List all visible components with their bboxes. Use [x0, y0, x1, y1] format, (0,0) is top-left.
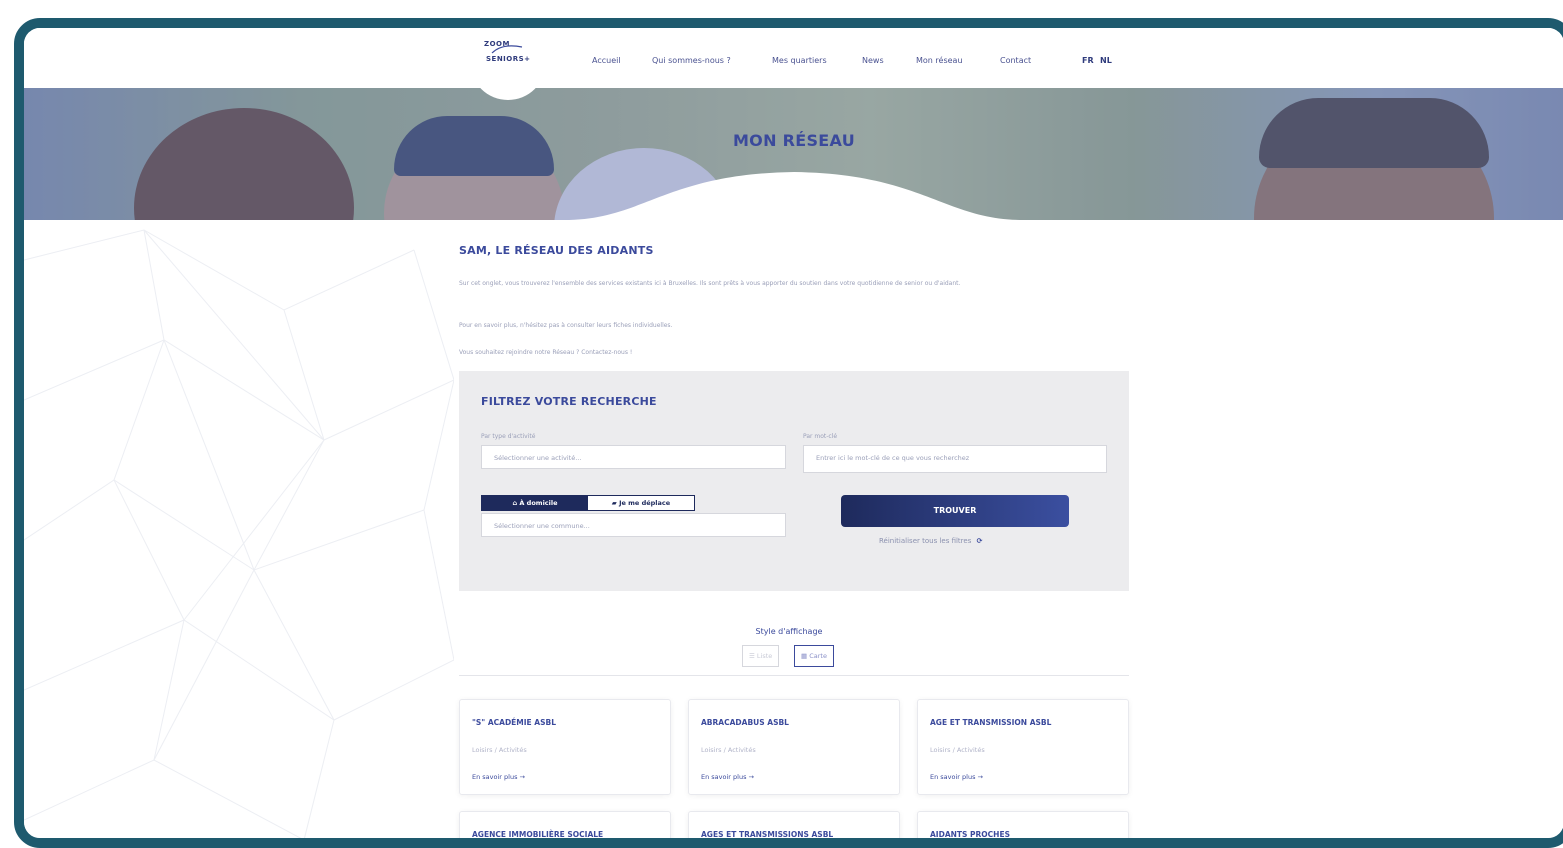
nav-accueil[interactable]: Accueil [592, 56, 621, 65]
list-item[interactable]: AGENCE IMMOBILIÈRE SOCIALE [459, 811, 671, 839]
card-title: AGENCE IMMOBILIÈRE SOCIALE [472, 830, 604, 839]
nav-contact[interactable]: Contact [1000, 56, 1031, 65]
display-style-label: Style d'affichage [755, 627, 823, 636]
divider [459, 675, 1129, 676]
reset-filters-link[interactable]: Réinitialiser tous les filtres ⟳ [879, 537, 982, 545]
filter-title: FILTREZ VOTRE RECHERCHE [481, 395, 657, 408]
page-title: MON RÉSEAU [732, 131, 856, 150]
reset-filters-label: Réinitialiser tous les filtres [879, 537, 972, 545]
view-map-label: Carte [809, 652, 827, 660]
card-category: Loisirs / Activités [930, 746, 985, 754]
hero-wave-shape [564, 172, 1024, 220]
nav-mon-reseau[interactable]: Mon réseau [916, 56, 963, 65]
card-category: Loisirs / Activités [701, 746, 756, 754]
logo-text-2: SENIORS+ [486, 55, 531, 63]
activity-select[interactable]: Sélectionner une activité... [481, 445, 786, 469]
view-list-label: Liste [756, 652, 773, 660]
lang-fr[interactable]: FR [1082, 56, 1094, 65]
toggle-home-label: À domicile [519, 499, 558, 507]
commune-select[interactable]: Sélectionner une commune... [481, 513, 786, 537]
list-icon: ☰ [749, 652, 755, 660]
card-title: AGES ET TRANSMISSIONS ASBL [701, 830, 834, 839]
intro-paragraph-3: Vous souhaitez rejoindre notre Réseau ? … [459, 349, 633, 356]
lang-nl[interactable]: NL [1100, 56, 1112, 65]
nav-qui-sommes-nous[interactable]: Qui sommes-nous ? [652, 56, 731, 65]
card-more-link[interactable]: En savoir plus → [472, 773, 525, 781]
card-category: Loisirs / Activités [472, 746, 527, 754]
hero-banner [24, 88, 1563, 220]
view-list-button[interactable]: ☰ Liste [742, 645, 780, 667]
list-item[interactable]: "S" ACADÉMIE ASBL Loisirs / Activités En… [459, 699, 671, 795]
nav-news[interactable]: News [862, 56, 884, 65]
nav-mes-quartiers[interactable]: Mes quartiers [772, 56, 827, 65]
keyword-label: Par mot-clé [803, 433, 838, 440]
view-map-button[interactable]: ▦ Carte [794, 645, 834, 667]
map-icon: ▦ [801, 652, 808, 660]
intro-paragraph-1: Sur cet onglet, vous trouverez l'ensembl… [459, 280, 961, 287]
keyword-input[interactable]: Entrer ici le mot-clé de ce que vous rec… [803, 445, 1107, 473]
section-title: SAM, LE RÉSEAU DES AIDANTS [459, 244, 654, 257]
logo-swoosh-icon [491, 45, 523, 54]
toggle-home-button[interactable]: ⌂ À domicile [482, 496, 588, 510]
window-frame: MON RÉSEAU Accueil Qui sommes-nous ? Mes… [14, 18, 1563, 848]
filter-panel: FILTREZ VOTRE RECHERCHE Par type d'activ… [459, 371, 1129, 591]
toggle-move-label: Je me déplace [619, 499, 671, 507]
card-title: "S" ACADÉMIE ASBL [472, 718, 556, 727]
list-item[interactable]: ABRACADABUS ASBL Loisirs / Activités En … [688, 699, 900, 795]
location-toggle: ⌂ À domicile ▰ Je me déplace [481, 495, 695, 511]
list-item[interactable]: AGES ET TRANSMISSIONS ASBL [688, 811, 900, 839]
card-title: AIDANTS PROCHES [930, 830, 1010, 839]
top-navbar: Accueil Qui sommes-nous ? Mes quartiers … [24, 28, 1563, 88]
list-item[interactable]: AGE ET TRANSMISSION ASBL Loisirs / Activ… [917, 699, 1129, 795]
page: MON RÉSEAU Accueil Qui sommes-nous ? Mes… [24, 28, 1563, 839]
card-more-link[interactable]: En savoir plus → [701, 773, 754, 781]
intro-paragraph-2: Pour en savoir plus, n'hésitez pas à con… [459, 322, 673, 329]
find-button[interactable]: TROUVER [841, 495, 1069, 527]
toggle-move-button[interactable]: ▰ Je me déplace [588, 496, 694, 510]
card-more-link[interactable]: En savoir plus → [930, 773, 983, 781]
list-item[interactable]: AIDANTS PROCHES [917, 811, 1129, 839]
refresh-icon: ⟳ [976, 537, 983, 545]
activity-label: Par type d'activité [481, 433, 536, 440]
card-title: AGE ET TRANSMISSION ASBL [930, 718, 1052, 727]
background-pattern [24, 229, 454, 838]
card-title: ABRACADABUS ASBL [701, 718, 789, 727]
